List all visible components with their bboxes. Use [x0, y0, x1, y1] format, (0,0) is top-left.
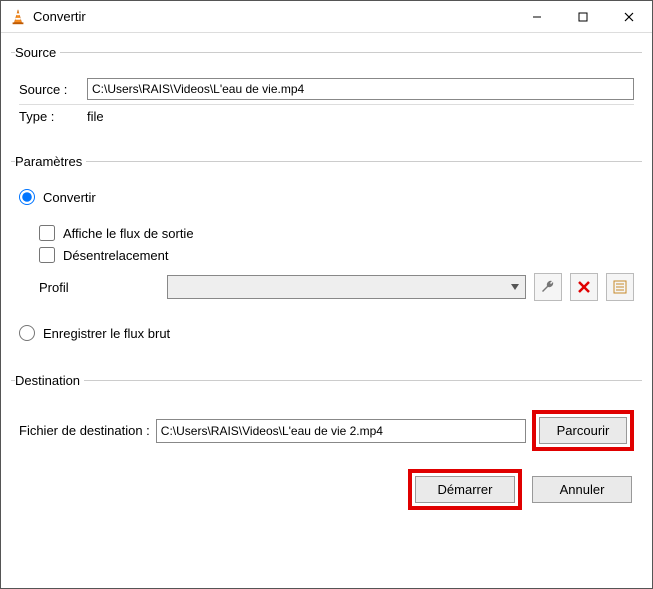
edit-profile-button[interactable] — [534, 273, 562, 301]
new-profile-button[interactable] — [606, 273, 634, 301]
maximize-button[interactable] — [560, 1, 606, 32]
cancel-button[interactable]: Annuler — [532, 476, 632, 503]
deinterlace-label: Désentrelacement — [63, 248, 169, 263]
destination-path-input[interactable] — [156, 419, 526, 443]
source-path-input[interactable] — [87, 78, 634, 100]
raw-dump-label: Enregistrer le flux brut — [43, 326, 170, 341]
source-label: Source : — [19, 82, 79, 97]
convert-radio[interactable] — [19, 189, 35, 205]
parameters-legend: Paramètres — [15, 154, 86, 169]
source-legend: Source — [15, 45, 60, 60]
raw-dump-radio[interactable] — [19, 325, 35, 341]
profile-label: Profil — [39, 280, 159, 295]
wrench-icon — [540, 279, 556, 295]
delete-x-icon — [576, 279, 592, 295]
minimize-button[interactable] — [514, 1, 560, 32]
close-button[interactable] — [606, 1, 652, 32]
destination-legend: Destination — [15, 373, 84, 388]
chevron-down-icon — [511, 284, 519, 290]
show-output-label: Affiche le flux de sortie — [63, 226, 194, 241]
parameters-group: Paramètres Convertir Affiche le flux de … — [11, 154, 642, 361]
show-output-checkbox[interactable] — [39, 225, 55, 241]
window-title: Convertir — [33, 9, 514, 24]
convert-radio-label: Convertir — [43, 190, 96, 205]
type-label: Type : — [19, 109, 79, 124]
type-value: file — [87, 109, 104, 124]
profile-select[interactable] — [167, 275, 526, 299]
delete-profile-button[interactable] — [570, 273, 598, 301]
titlebar: Convertir — [1, 1, 652, 33]
browse-button[interactable]: Parcourir — [539, 417, 627, 444]
destination-file-label: Fichier de destination : — [19, 423, 150, 438]
deinterlace-checkbox[interactable] — [39, 247, 55, 263]
convert-dialog: Convertir Source Source : Type : file — [0, 0, 653, 589]
browse-highlight: Parcourir — [532, 410, 634, 451]
new-profile-icon — [612, 279, 628, 295]
vlc-icon — [9, 8, 27, 26]
destination-group: Destination Fichier de destination : Par… — [11, 373, 642, 455]
start-button[interactable]: Démarrer — [415, 476, 515, 503]
source-group: Source Source : Type : file — [11, 45, 642, 142]
start-highlight: Démarrer — [408, 469, 522, 510]
divider — [19, 104, 634, 105]
